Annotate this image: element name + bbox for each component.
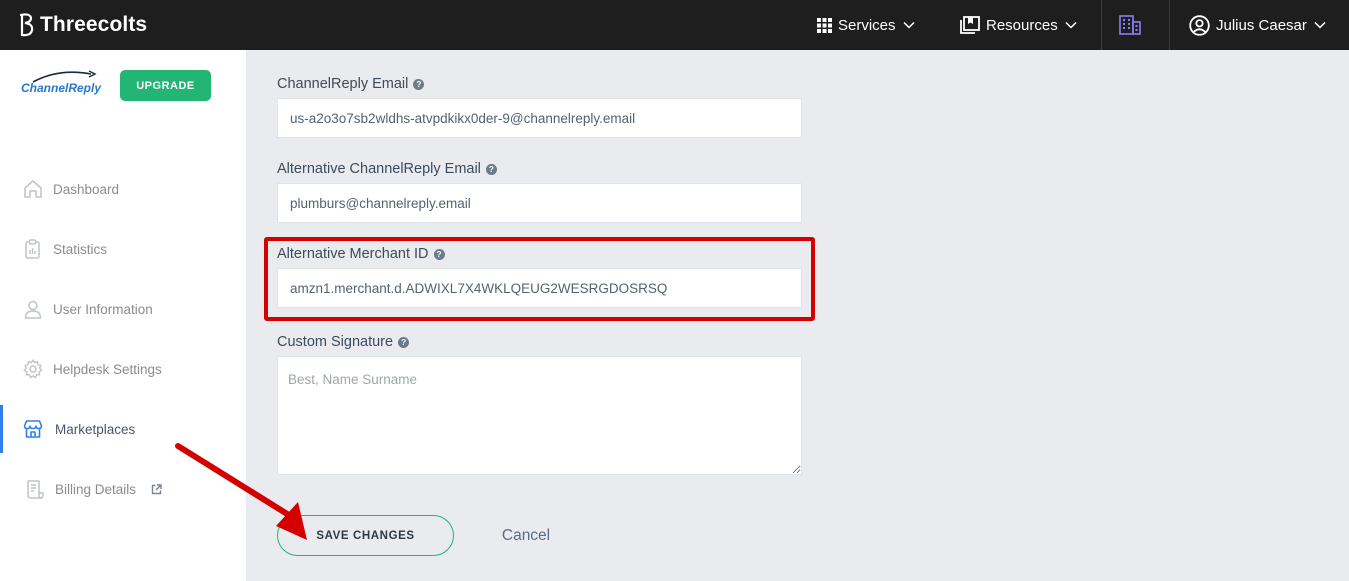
user-menu[interactable]: Julius Caesar <box>1189 0 1326 50</box>
field-value: us-a2o3o7sb2wldhs-atvpdkikx0der-9@channe… <box>290 110 636 126</box>
field-label-text: Alternative ChannelReply Email <box>277 161 481 177</box>
sidebar-item-user-information[interactable]: User Information <box>0 285 246 333</box>
sidebar-item-label: Helpdesk Settings <box>53 361 162 377</box>
alt-channelreply-email-label: Alternative ChannelReply Email ? <box>277 161 497 177</box>
sidebar-item-statistics[interactable]: Statistics <box>0 225 246 273</box>
channelreply-logo[interactable]: ChannelReply <box>19 70 101 106</box>
alt-channelreply-email-field[interactable]: plumburs@channelreply.email <box>277 183 802 223</box>
brand-name: Threecolts <box>40 13 148 36</box>
sidebar-item-billing-details[interactable]: Billing Details <box>0 465 246 513</box>
upgrade-button[interactable]: UPGRADE <box>120 70 211 101</box>
services-label: Services <box>838 16 896 34</box>
field-label-text: ChannelReply Email <box>277 76 409 92</box>
services-menu[interactable]: Services <box>817 0 915 50</box>
save-changes-button[interactable]: SAVE CHANGES <box>277 515 454 556</box>
clipboard-icon <box>25 239 40 259</box>
sidebar-item-label: User Information <box>53 301 153 317</box>
store-icon <box>23 420 43 438</box>
help-icon[interactable]: ? <box>413 78 425 90</box>
grid-icon <box>817 17 832 33</box>
sidebar-item-label: Marketplaces <box>55 421 136 437</box>
resources-menu[interactable]: Resources <box>960 0 1077 50</box>
user-name: Julius Caesar <box>1216 16 1307 34</box>
help-icon[interactable]: ? <box>485 163 497 175</box>
nav-separator <box>1101 0 1102 50</box>
top-navigation-bar: Threecolts Services Resources Julius Cae… <box>0 0 1349 50</box>
sidebar-item-label: Billing Details <box>55 481 137 497</box>
building-icon <box>1119 15 1141 35</box>
book-icon <box>960 16 980 34</box>
sidebar: ChannelReply UPGRADE Dashboard Statistic… <box>0 50 246 581</box>
highlight-box <box>264 237 815 321</box>
external-link-icon <box>151 484 162 495</box>
receipt-icon <box>27 480 44 499</box>
sidebar-item-helpdesk-settings[interactable]: Helpdesk Settings <box>0 345 246 393</box>
sidebar-item-dashboard[interactable]: Dashboard <box>0 165 246 213</box>
chevron-down-icon <box>1314 21 1326 29</box>
cancel-button[interactable]: Cancel <box>490 515 562 556</box>
channelreply-email-field[interactable]: us-a2o3o7sb2wldhs-atvpdkikx0der-9@channe… <box>277 98 802 138</box>
threecolts-brand[interactable]: Threecolts <box>18 11 147 39</box>
sidebar-item-marketplaces[interactable]: Marketplaces <box>0 405 246 453</box>
organization-button[interactable] <box>1119 0 1141 50</box>
nav-separator <box>1169 0 1170 50</box>
user-circle-icon <box>1189 14 1210 36</box>
chevron-down-icon <box>1065 21 1077 29</box>
resources-label: Resources <box>986 16 1058 34</box>
sidebar-item-label: Dashboard <box>53 181 120 197</box>
custom-signature-textarea[interactable] <box>277 356 802 475</box>
gear-icon <box>23 359 43 379</box>
user-icon <box>24 300 42 319</box>
field-value: plumburs@channelreply.email <box>290 195 471 211</box>
sidebar-item-label: Statistics <box>53 241 108 257</box>
help-icon[interactable]: ? <box>398 336 410 348</box>
channelreply-logo-text: ChannelReply <box>21 81 102 95</box>
channelreply-email-label: ChannelReply Email ? <box>277 76 425 92</box>
home-icon <box>24 180 42 198</box>
threecolts-logo-icon <box>19 13 34 37</box>
field-label-text: Custom Signature <box>277 334 394 350</box>
chevron-down-icon <box>903 21 915 29</box>
custom-signature-label: Custom Signature ? <box>277 334 410 350</box>
